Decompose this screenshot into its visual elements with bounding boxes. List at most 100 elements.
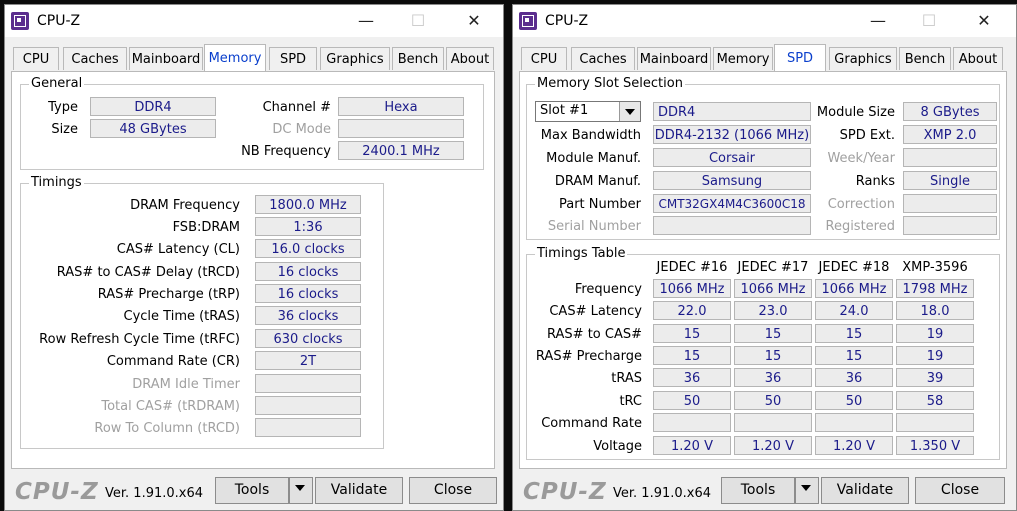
minimize-icon[interactable]: — [343, 5, 389, 37]
tras-label: Cycle Time (tRAS) [123, 309, 241, 324]
spd-ext-label: SPD Ext. [839, 128, 895, 143]
type-label: Type [48, 100, 78, 115]
trcd-value: 16 clocks [255, 262, 361, 281]
dram-idle-timer-label: DRAM Idle Timer [132, 377, 240, 392]
tab-graphics[interactable]: Graphics [829, 47, 897, 70]
minimize-icon[interactable]: — [855, 5, 901, 37]
frequency-xmp: 1798 MHz [896, 279, 974, 298]
voltage-label: Voltage [593, 439, 642, 454]
voltage-jedec17: 1.20 V [734, 436, 812, 455]
title-bar[interactable]: CPU-Z — ☐ ✕ [513, 5, 1016, 37]
tools-dropdown-button[interactable] [289, 477, 313, 504]
frequency-label: Frequency [574, 282, 642, 297]
tab-cpu[interactable]: CPU [13, 47, 59, 70]
voltage-jedec18: 1.20 V [815, 436, 893, 455]
frequency-jedec18: 1066 MHz [815, 279, 893, 298]
general-legend: General [29, 76, 85, 91]
ras-to-cas-jedec16: 15 [653, 324, 731, 343]
trfc-value: 630 clocks [255, 329, 361, 348]
size-value: 48 GBytes [90, 119, 216, 138]
chevron-down-icon [625, 109, 635, 115]
tab-mainboard[interactable]: Mainboard [637, 47, 711, 70]
trc-jedec16: 50 [653, 391, 731, 410]
command-rate-jedec16 [653, 413, 731, 432]
voltage-xmp: 1.350 V [896, 436, 974, 455]
header-jedec-16: JEDEC #16 [656, 260, 728, 275]
close-button[interactable]: Close [915, 477, 1005, 504]
tab-about[interactable]: About [953, 47, 1003, 70]
cas-latency-jedec16: 22.0 [653, 301, 731, 320]
total-cas-value [255, 396, 361, 415]
ranks-label: Ranks [855, 174, 895, 189]
tab-graphics[interactable]: Graphics [320, 47, 390, 70]
command-rate-value: 2T [255, 351, 361, 370]
timings-group: Timings DRAM Frequency 1800.0 MHz FSB:DR… [20, 175, 384, 449]
row-to-column-value [255, 418, 361, 437]
dc-mode-value [338, 119, 464, 138]
registered-label: Registered [825, 219, 896, 234]
cas-latency-jedec17: 23.0 [734, 301, 812, 320]
validate-button[interactable]: Validate [315, 477, 403, 504]
tab-memory[interactable]: Memory [204, 44, 266, 71]
spd-panel: Memory Slot Selection Slot #1 DDR4 Modul… [519, 71, 1007, 469]
timings-legend: Timings [29, 175, 84, 190]
window-title: CPU-Z [37, 13, 81, 29]
tab-cpu[interactable]: CPU [521, 47, 567, 70]
max-bandwidth-value: DDR4-2132 (1066 MHz) [653, 125, 811, 144]
ras-precharge-xmp: 19 [896, 346, 974, 365]
tab-caches[interactable]: Caches [571, 47, 635, 70]
ras-precharge-jedec18: 15 [815, 346, 893, 365]
module-manuf-label: Module Manuf. [546, 151, 641, 166]
tab-spd[interactable]: SPD [774, 44, 826, 71]
tras-value: 36 clocks [255, 306, 361, 325]
slot-select[interactable]: Slot #1 [535, 101, 641, 122]
memory-panel: General Type DDR4 Size 48 GBytes Channel… [11, 71, 495, 469]
trc-label: tRC [619, 394, 642, 409]
serial-number-value [653, 216, 811, 235]
tab-bench[interactable]: Bench [392, 47, 444, 70]
correction-label: Correction [827, 197, 895, 212]
module-manuf-value: Corsair [653, 148, 811, 167]
ras-to-cas-jedec18: 15 [815, 324, 893, 343]
maximize-icon: ☐ [410, 11, 426, 30]
close-icon[interactable]: ✕ [961, 5, 1007, 37]
week-year-value [903, 148, 997, 167]
module-size-value: 8 GBytes [903, 102, 997, 121]
version-label: Ver. 1.91.0.x64 [613, 486, 712, 501]
cas-latency-label: CAS# Latency (CL) [116, 242, 240, 257]
tab-spd[interactable]: SPD [269, 47, 317, 70]
close-button[interactable]: Close [409, 477, 497, 504]
trc-jedec17: 50 [734, 391, 812, 410]
tab-memory[interactable]: Memory [713, 47, 773, 70]
header-jedec-17: JEDEC #17 [737, 260, 809, 275]
close-icon[interactable]: ✕ [451, 5, 497, 37]
ras-precharge-jedec17: 15 [734, 346, 812, 365]
trc-xmp: 58 [896, 391, 974, 410]
title-bar[interactable]: CPU-Z — ☐ ✕ [5, 5, 503, 37]
tab-caches[interactable]: Caches [63, 47, 127, 70]
cas-latency-jedec18: 24.0 [815, 301, 893, 320]
part-number-label: Part Number [558, 197, 641, 212]
cas-latency-xmp: 18.0 [896, 301, 974, 320]
tab-bench[interactable]: Bench [899, 47, 951, 70]
tools-button[interactable]: Tools [215, 477, 289, 504]
tools-button[interactable]: Tools [721, 477, 795, 504]
tab-about[interactable]: About [446, 47, 494, 70]
tras-jedec18: 36 [815, 368, 893, 387]
command-rate-jedec18 [815, 413, 893, 432]
voltage-jedec16: 1.20 V [653, 436, 731, 455]
cpuz-window-spd: CPU-Z — ☐ ✕ CPU Caches Mainboard Memory … [512, 4, 1017, 511]
version-label: Ver. 1.91.0.x64 [105, 486, 204, 501]
tab-mainboard[interactable]: Mainboard [129, 47, 203, 70]
timings-table-legend: Timings Table [535, 246, 628, 261]
header-jedec-18: JEDEC #18 [818, 260, 890, 275]
serial-number-label: Serial Number [547, 219, 641, 234]
nb-frequency-label: NB Frequency [241, 144, 331, 159]
ras-to-cas-xmp: 19 [896, 324, 974, 343]
validate-button[interactable]: Validate [821, 477, 909, 504]
slot-select-arrow[interactable] [619, 102, 640, 121]
dram-manuf-label: DRAM Manuf. [554, 174, 641, 189]
tools-dropdown-button[interactable] [795, 477, 819, 504]
dram-frequency-label: DRAM Frequency [130, 198, 240, 213]
tras-jedec16: 36 [653, 368, 731, 387]
